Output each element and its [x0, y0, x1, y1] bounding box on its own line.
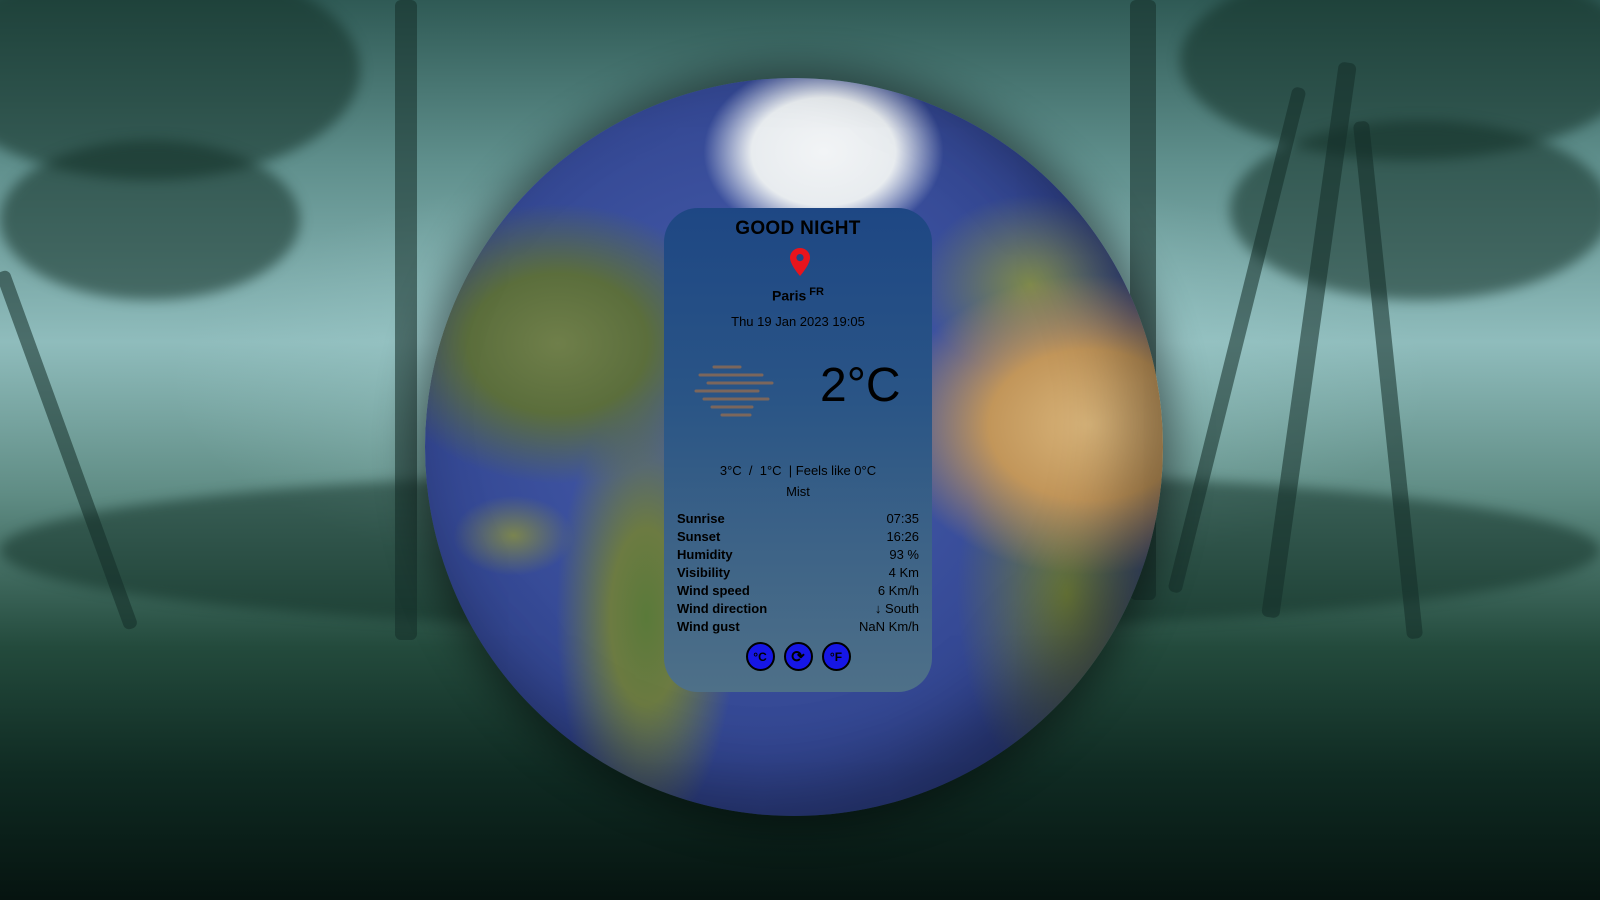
- detail-row-sunrise: Sunrise 07:35: [677, 510, 919, 528]
- detail-value: 07:35: [886, 511, 919, 526]
- weather-card: GOOD NIGHT Paris FR Thu 19 Jan 2023 19:05…: [664, 208, 932, 692]
- weather-condition: Mist: [786, 484, 810, 499]
- refresh-button[interactable]: ⟳: [783, 642, 813, 671]
- min-max-feels-like: 3°C / 1°C | Feels like 0°C: [719, 463, 877, 478]
- detail-value: 6 Km/h: [877, 583, 919, 598]
- detail-label: Wind speed: [677, 583, 750, 598]
- current-temperature: 2°C: [820, 359, 901, 412]
- fahrenheit-button[interactable]: °F: [821, 642, 851, 671]
- weather-details-list: Sunrise 07:35 Sunset 16:26 Humidity 93 %…: [677, 510, 919, 636]
- detail-value: 93 %: [889, 547, 919, 562]
- city-name: Paris: [772, 287, 807, 304]
- detail-value: 16:26: [886, 529, 919, 544]
- location-label: Paris FR: [664, 286, 932, 304]
- detail-row-wind-speed: Wind speed 6 Km/h: [677, 582, 919, 600]
- greeting-title: GOOD NIGHT: [735, 218, 861, 239]
- detail-row-wind-gust: Wind gust NaN Km/h: [677, 618, 919, 636]
- detail-label: Wind direction: [677, 601, 768, 616]
- foliage-left: [0, 140, 300, 300]
- detail-row-visibility: Visibility 4 Km: [677, 564, 919, 582]
- detail-label: Wind gust: [677, 619, 740, 634]
- detail-value: ↓ South: [874, 601, 919, 616]
- detail-value: 4 Km: [888, 565, 919, 580]
- mist-icon: [694, 365, 774, 417]
- detail-row-sunset: Sunset 16:26: [677, 528, 919, 546]
- detail-row-wind-direction: Wind direction ↓ South: [677, 600, 919, 618]
- background-scene: GOOD NIGHT Paris FR Thu 19 Jan 2023 19:05…: [0, 0, 1600, 900]
- unit-buttons: °C ⟳ °F: [664, 642, 932, 671]
- tree-trunk: [395, 0, 417, 640]
- detail-label: Humidity: [677, 547, 733, 562]
- detail-label: Sunset: [677, 529, 721, 544]
- detail-value: NaN Km/h: [859, 619, 919, 634]
- date-time: Thu 19 Jan 2023 19:05: [731, 314, 865, 329]
- country-code: FR: [809, 286, 824, 298]
- detail-row-humidity: Humidity 93 %: [677, 546, 919, 564]
- location-pin-icon: [790, 248, 810, 276]
- detail-label: Sunrise: [677, 511, 725, 526]
- celsius-button[interactable]: °C: [745, 642, 775, 671]
- detail-label: Visibility: [677, 565, 731, 580]
